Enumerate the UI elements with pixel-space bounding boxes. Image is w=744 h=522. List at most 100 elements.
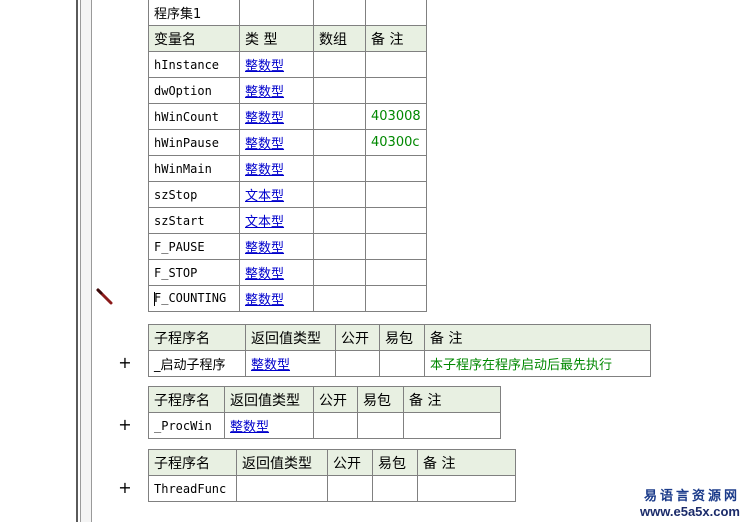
table-row[interactable]: hWinMain 整数型 [148,155,427,182]
var-name-cell[interactable]: hInstance [148,51,240,78]
col-header-public: 公开 [335,324,380,351]
var-array-cell[interactable] [313,77,366,104]
table-row[interactable]: hInstance 整数型 [148,51,427,78]
expand-sub-button[interactable]: + [118,355,132,371]
var-note-cell[interactable] [365,259,427,286]
sub-note-cell[interactable]: 本子程序在程序启动后最先执行 [424,350,651,377]
left-margin [0,0,76,522]
var-array-cell[interactable] [313,129,366,156]
subroutine-table: 子程序名 返回值类型 公开 易包 备 注 ThreadFunc [148,449,516,502]
var-name-cell[interactable]: hWinCount [148,103,240,130]
var-type-cell[interactable]: 文本型 [239,181,314,208]
var-name-cell[interactable]: szStop [148,181,240,208]
var-name-cell[interactable]: F_STOP [148,259,240,286]
watermark-cn: 易语言资源网 [643,489,740,504]
var-note-cell[interactable] [365,77,427,104]
program-set-name[interactable]: 程序集1 [148,0,240,26]
sub-package-cell[interactable] [357,412,404,439]
var-name-cell[interactable]: szStart [148,207,240,234]
table-row[interactable]: ThreadFunc [148,475,516,502]
var-array-cell[interactable] [313,51,366,78]
col-header-return-type: 返回值类型 [236,449,328,476]
expand-sub-button[interactable]: + [118,417,132,433]
var-note-cell[interactable] [365,285,427,312]
sub-package-cell[interactable] [379,350,425,377]
var-note-cell[interactable]: 40300c [365,129,427,156]
col-header-var-name: 变量名 [148,25,240,52]
var-name-cell[interactable]: hWinPause [148,129,240,156]
sub-public-cell[interactable] [327,475,373,502]
watermark-url: www.e5a5x.com [640,504,740,519]
var-name-cell[interactable]: dwOption [148,77,240,104]
var-name-cell-active[interactable]: F_COUNTING [148,285,240,312]
var-name-cell[interactable]: F_PAUSE [148,233,240,260]
table-row[interactable]: F_PAUSE 整数型 [148,233,427,260]
table-row[interactable]: F_COUNTING 整数型 [148,285,427,312]
var-note-cell[interactable] [365,155,427,182]
var-type-cell[interactable]: 整数型 [239,285,314,312]
col-header-return-type: 返回值类型 [224,386,314,413]
sub-note-cell[interactable] [403,412,501,439]
var-array-cell[interactable] [313,103,366,130]
table-row[interactable]: hWinPause 整数型 40300c [148,129,427,156]
gutter-divider-right [91,0,92,522]
table-row[interactable]: hWinCount 整数型 403008 [148,103,427,130]
var-array-cell[interactable] [313,207,366,234]
var-name-cell[interactable]: hWinMain [148,155,240,182]
var-array-cell[interactable] [313,181,366,208]
sub-name-cell[interactable]: _ProcWin [148,412,225,439]
table-row[interactable]: F_STOP 整数型 [148,259,427,286]
col-header-note: 备 注 [403,386,501,413]
sub-return-type-cell[interactable] [236,475,328,502]
var-array-cell[interactable] [313,233,366,260]
var-note-cell[interactable] [365,207,427,234]
variable-table-header: 变量名 类 型 数组 备 注 [148,25,427,52]
var-type-cell[interactable]: 整数型 [239,103,314,130]
var-type-cell[interactable]: 整数型 [239,51,314,78]
pencil-icon [96,288,114,310]
col-header-note: 备 注 [417,449,516,476]
col-header-array: 数组 [313,25,366,52]
col-header-note: 备 注 [424,324,651,351]
sub-public-cell[interactable] [335,350,380,377]
var-type-cell[interactable]: 整数型 [239,259,314,286]
variable-table: 程序集1 变量名 类 型 数组 备 注 hInstance 整数型 dwOpti… [148,0,427,312]
var-type-cell[interactable]: 文本型 [239,207,314,234]
var-note-cell[interactable] [365,233,427,260]
col-header-package: 易包 [357,386,404,413]
var-note-cell[interactable]: 403008 [365,103,427,130]
var-type-cell[interactable]: 整数型 [239,233,314,260]
sub-package-cell[interactable] [372,475,418,502]
table-row[interactable]: _ProcWin 整数型 [148,412,501,439]
sub-public-cell[interactable] [313,412,358,439]
var-note-cell[interactable] [365,181,427,208]
subroutine-table: 子程序名 返回值类型 公开 易包 备 注 _ProcWin 整数型 [148,386,501,439]
sub-return-type-cell[interactable]: 整数型 [245,350,336,377]
site-watermark: 易语言资源网 www.e5a5x.com [628,485,740,519]
var-type-cell[interactable]: 整数型 [239,77,314,104]
col-header-type: 类 型 [239,25,314,52]
sub-name-cell[interactable]: ThreadFunc [148,475,237,502]
col-header-sub-name: 子程序名 [148,386,225,413]
col-header-sub-name: 子程序名 [148,324,246,351]
sub-note-cell[interactable] [417,475,516,502]
sub-name-cell[interactable]: _启动子程序 [148,350,246,377]
col-header-sub-name: 子程序名 [148,449,237,476]
table-row[interactable]: _启动子程序 整数型 本子程序在程序启动后最先执行 [148,350,651,377]
var-array-cell[interactable] [313,259,366,286]
var-array-cell[interactable] [313,285,366,312]
table-row[interactable]: dwOption 整数型 [148,77,427,104]
table-row[interactable]: szStart 文本型 [148,207,427,234]
col-header-return-type: 返回值类型 [245,324,336,351]
var-type-cell[interactable]: 整数型 [239,155,314,182]
var-note-cell[interactable] [365,51,427,78]
breakpoint-gutter[interactable] [81,0,91,522]
var-array-cell[interactable] [313,155,366,182]
col-header-public: 公开 [327,449,373,476]
subroutine-header: 子程序名 返回值类型 公开 易包 备 注 [148,324,651,351]
var-type-cell[interactable]: 整数型 [239,129,314,156]
gutter-divider [76,0,78,522]
expand-sub-button[interactable]: + [118,480,132,496]
table-row[interactable]: szStop 文本型 [148,181,427,208]
sub-return-type-cell[interactable]: 整数型 [224,412,314,439]
